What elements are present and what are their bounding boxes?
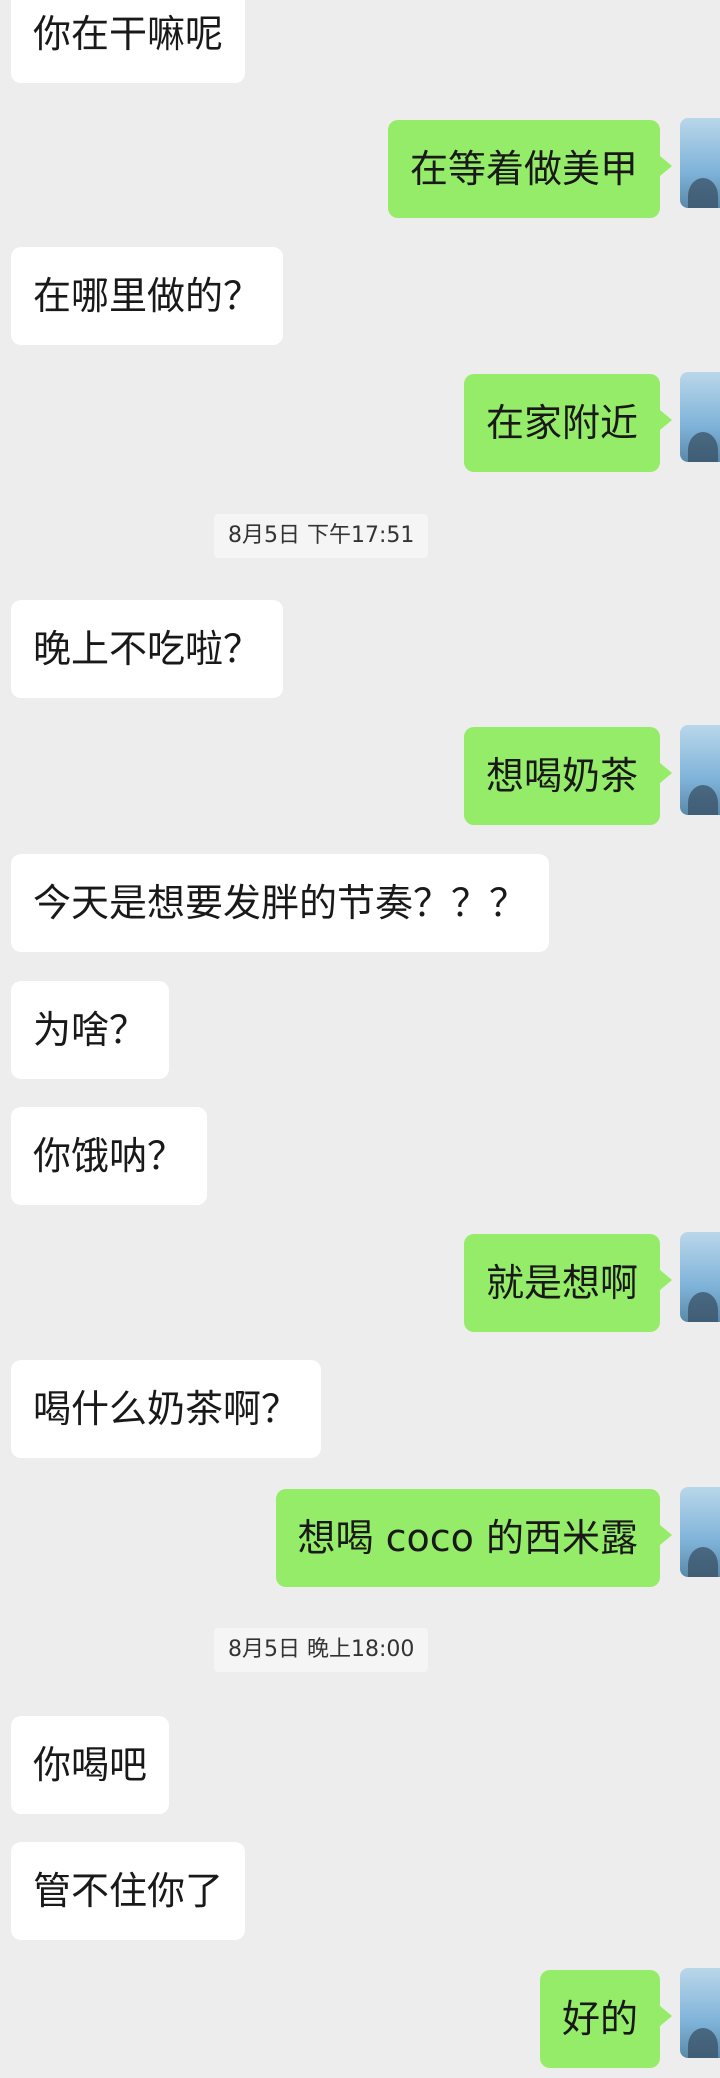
incoming-message[interactable]: 晚上不吃啦？ — [11, 600, 284, 698]
outgoing-message[interactable]: 好的 — [539, 1970, 673, 2068]
incoming-message[interactable]: 喝什么奶茶啊？ — [11, 1360, 322, 1458]
my-avatar[interactable] — [680, 372, 720, 462]
chat-area[interactable]: 你在干嘛呢 在等着做美甲 在哪里做的？ 在家附近 8月5日 下午17:51 晚上… — [0, 0, 720, 2078]
outgoing-message[interactable]: 在家附近 — [463, 374, 673, 472]
my-avatar[interactable] — [680, 118, 720, 208]
incoming-message[interactable]: 今天是想要发胖的节奏？？？ — [11, 854, 550, 952]
incoming-message[interactable]: 为啥？ — [11, 981, 170, 1079]
my-avatar[interactable] — [680, 725, 720, 815]
message-timestamp: 8月5日 下午17:51 — [214, 514, 429, 558]
my-avatar[interactable] — [680, 1232, 720, 1322]
message-timestamp: 8月5日 晚上18:00 — [214, 1628, 429, 1672]
outgoing-message[interactable]: 想喝奶茶 — [463, 727, 673, 825]
incoming-message[interactable]: 在哪里做的？ — [11, 247, 284, 345]
incoming-message[interactable]: 你喝吧 — [11, 1716, 170, 1814]
outgoing-message[interactable]: 想喝 coco 的西米露 — [275, 1489, 673, 1587]
my-avatar[interactable] — [680, 1487, 720, 1577]
outgoing-message[interactable]: 在等着做美甲 — [387, 120, 673, 218]
outgoing-message[interactable]: 就是想啊 — [463, 1234, 673, 1332]
incoming-message[interactable]: 你饿呐？ — [11, 1107, 208, 1205]
incoming-message[interactable]: 管不住你了 — [11, 1842, 246, 1940]
my-avatar[interactable] — [680, 1968, 720, 2058]
incoming-message[interactable]: 你在干嘛呢 — [11, 0, 246, 83]
